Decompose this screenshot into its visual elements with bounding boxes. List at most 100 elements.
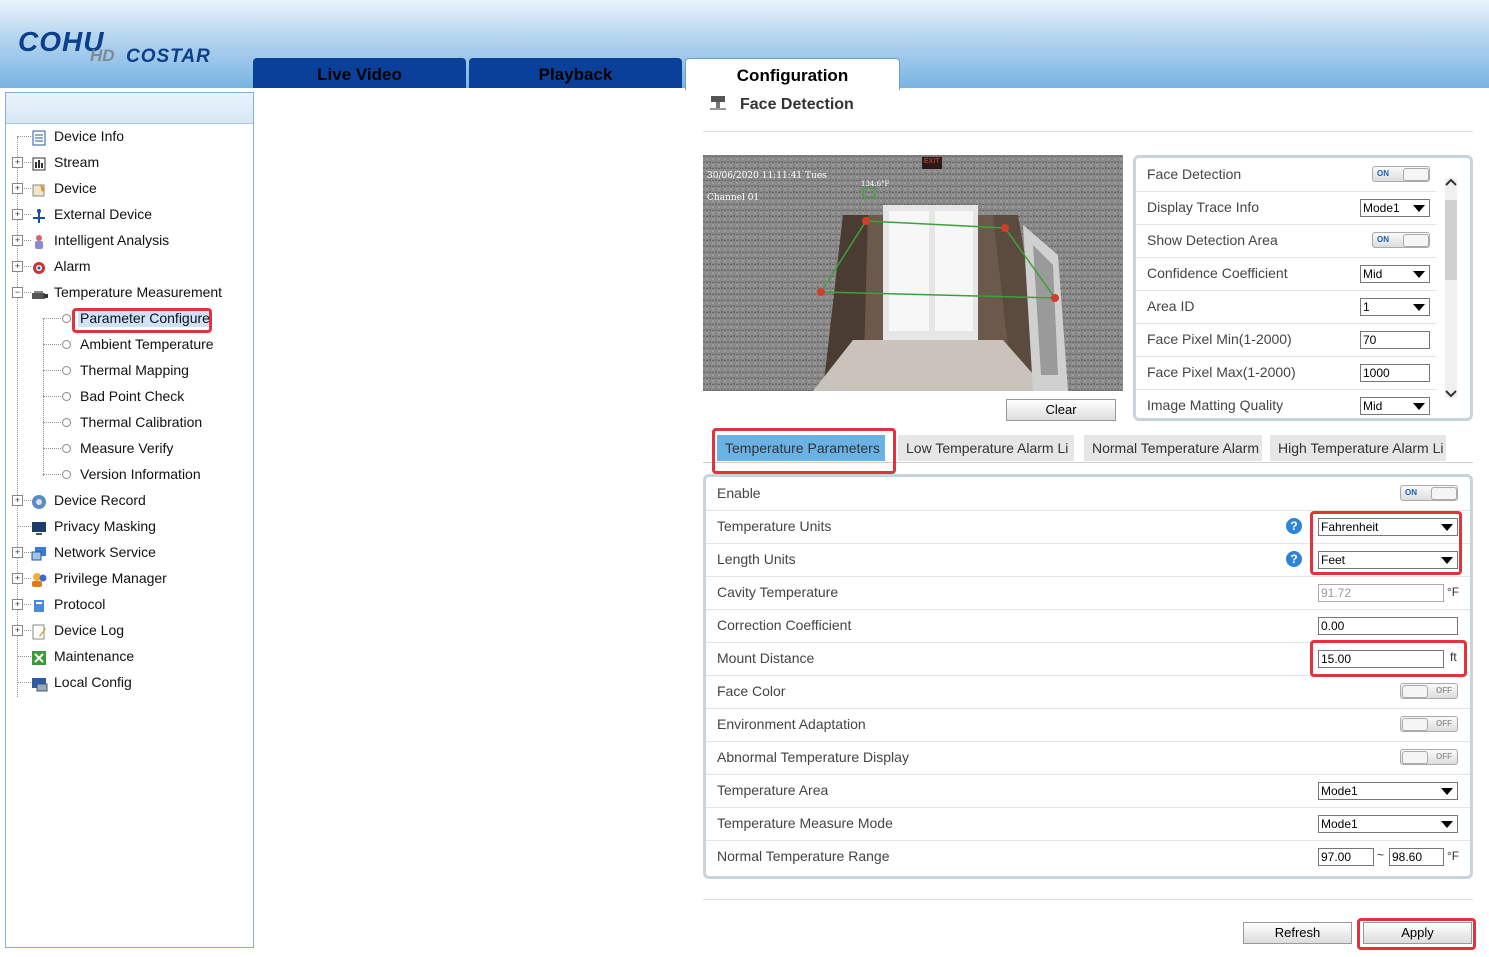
tree-line: [17, 682, 31, 683]
tree-node-dot-icon: [62, 366, 71, 375]
camera-icon: [31, 284, 48, 300]
expand-icon[interactable]: +: [12, 625, 23, 636]
highlight-units: [1310, 511, 1462, 575]
expand-icon[interactable]: +: [12, 261, 23, 272]
dropdown-arrow-icon: [1441, 788, 1453, 795]
expand-icon[interactable]: +: [12, 183, 23, 194]
subtab-high-temperature-alarm[interactable]: High Temperature Alarm Li: [1270, 435, 1446, 461]
sidebar-item-label: Device Record: [54, 492, 146, 508]
face-detection-toggle[interactable]: ON: [1372, 166, 1430, 182]
image-matting-quality-select[interactable]: Mid: [1360, 397, 1430, 415]
row-face-color: Face Color OFF: [706, 675, 1470, 709]
refresh-button[interactable]: Refresh: [1243, 922, 1352, 944]
face-color-toggle[interactable]: OFF: [1400, 683, 1458, 699]
expand-icon[interactable]: +: [12, 573, 23, 584]
expand-icon[interactable]: +: [12, 157, 23, 168]
face-pixel-min-1-2000-input[interactable]: 70: [1360, 331, 1430, 349]
sidebar-item-label: Measure Verify: [80, 440, 174, 456]
temperature-measure-mode-select[interactable]: Mode1: [1318, 815, 1458, 833]
normal-temperature-range-label: Normal Temperature Range: [717, 848, 890, 864]
tab-configuration[interactable]: Configuration: [685, 58, 900, 90]
confidence-coefficient-select[interactable]: Mid: [1360, 265, 1430, 283]
sidebar-item-label: Network Service: [54, 544, 156, 560]
stream-icon: [31, 154, 47, 171]
toggle-knob: [1402, 751, 1428, 764]
image-matting-quality-label: Image Matting Quality: [1147, 397, 1284, 413]
temperature-units-label: Temperature Units: [717, 518, 832, 534]
normal-temperature-min-input[interactable]: 97.00: [1318, 848, 1374, 866]
expand-icon[interactable]: +: [12, 235, 23, 246]
correction-coefficient-label: Correction Coefficient: [717, 617, 852, 633]
toggle-knob: [1402, 685, 1428, 698]
face-detection-label: Face Detection: [1147, 166, 1242, 182]
sidebar-item-label: Temperature Measurement: [54, 284, 223, 300]
temperature-units-help-icon[interactable]: ?: [1286, 518, 1302, 534]
row-confidence-coefficient: Confidence Coefficient Mid: [1136, 257, 1436, 291]
bottom-divider: [703, 899, 1473, 900]
sidebar-item-label: Version Information: [80, 466, 201, 482]
record-icon: [31, 492, 47, 509]
sidebar-item-label: Intelligent Analysis: [54, 232, 170, 248]
subtab-normal-temperature-alarm[interactable]: Normal Temperature Alarm: [1084, 435, 1262, 461]
enable-label: Enable: [717, 485, 761, 501]
video-channel: Channel 01: [707, 193, 760, 203]
confidence-coefficient-value: Mid: [1363, 267, 1383, 281]
scroll-down-icon[interactable]: [1444, 386, 1458, 402]
environment-adaptation-toggle[interactable]: OFF: [1400, 716, 1458, 732]
alarm-icon: [31, 258, 47, 274]
show-detection-area-toggle[interactable]: ON: [1372, 232, 1430, 248]
highlight-apply: [1357, 918, 1476, 950]
sidebar-item-label: Privilege Manager: [54, 570, 167, 586]
face-pixel-min-1-2000-label: Face Pixel Min(1-2000): [1147, 331, 1292, 347]
tab-live-video[interactable]: Live Video: [253, 58, 466, 88]
expand-icon[interactable]: +: [12, 547, 23, 558]
scroll-up-icon[interactable]: [1444, 174, 1458, 190]
header-bar: COHU HD COSTAR Live Video Playback Confi…: [0, 0, 1489, 90]
expand-icon[interactable]: +: [12, 209, 23, 220]
sidebar-item-label: Thermal Calibration: [80, 414, 203, 430]
row-temperature-measure-mode: Temperature Measure Mode Mode1: [706, 807, 1470, 841]
tree-line: [43, 422, 61, 423]
document-icon: [31, 128, 47, 146]
row-normal-temperature-range: Normal Temperature Range 97.00 ~ 98.60 °…: [706, 840, 1470, 873]
tree-line: [43, 318, 61, 319]
toggle-knob: [1402, 718, 1428, 731]
tree-node-dot-icon: [62, 392, 71, 401]
sidebar-header: [6, 93, 253, 124]
cavity-temperature-label: Cavity Temperature: [717, 584, 839, 600]
correction-coefficient-input[interactable]: 0.00: [1318, 617, 1458, 635]
tree-line: [43, 474, 61, 475]
expand-icon[interactable]: +: [12, 599, 23, 610]
subtab-low-temperature-alarm[interactable]: Low Temperature Alarm Li: [898, 435, 1074, 461]
display-trace-info-select[interactable]: Mode1: [1360, 199, 1430, 217]
row-face-pixel-min-1-2000: Face Pixel Min(1-2000) 70: [1136, 323, 1436, 357]
face-pixel-max-1-2000-input[interactable]: 1000: [1360, 364, 1430, 382]
length-units-label: Length Units: [717, 551, 796, 567]
tree-line: [43, 370, 61, 371]
expand-icon[interactable]: +: [12, 495, 23, 506]
enable-toggle[interactable]: ON: [1400, 485, 1458, 501]
video-preview[interactable]: 30/06/2020 11:11:41 Tues Channel 01 134.…: [703, 155, 1123, 391]
collapse-icon[interactable]: −: [12, 287, 23, 298]
tree-node-dot-icon: [62, 340, 71, 349]
clear-button[interactable]: Clear: [1006, 399, 1116, 421]
environment-adaptation-label: Environment Adaptation: [717, 716, 866, 732]
temperature-measure-mode-value: Mode1: [1321, 817, 1358, 831]
sidebar-item-label: Protocol: [54, 596, 106, 612]
tab-playback[interactable]: Playback: [469, 58, 682, 88]
normal-temperature-max-input[interactable]: 98.60: [1389, 848, 1444, 866]
abnormal-temperature-display-toggle[interactable]: OFF: [1400, 749, 1458, 765]
highlight-mount-distance: [1310, 640, 1467, 677]
dropdown-arrow-icon: [1413, 403, 1425, 410]
log-icon: [31, 622, 47, 640]
tree-line: [43, 344, 61, 345]
temperature-area-select[interactable]: Mode1: [1318, 782, 1458, 800]
area-id-select[interactable]: 1: [1360, 298, 1430, 316]
scrollbar-track[interactable]: [1445, 178, 1457, 398]
scrollbar-thumb[interactable]: [1445, 200, 1457, 280]
face-detection-toggle-text: ON: [1377, 169, 1389, 178]
length-units-help-icon[interactable]: ?: [1286, 551, 1302, 567]
tree-line: [17, 136, 31, 137]
users-icon: [31, 570, 47, 587]
abnormal-temperature-display-toggle-text: OFF: [1436, 752, 1452, 761]
